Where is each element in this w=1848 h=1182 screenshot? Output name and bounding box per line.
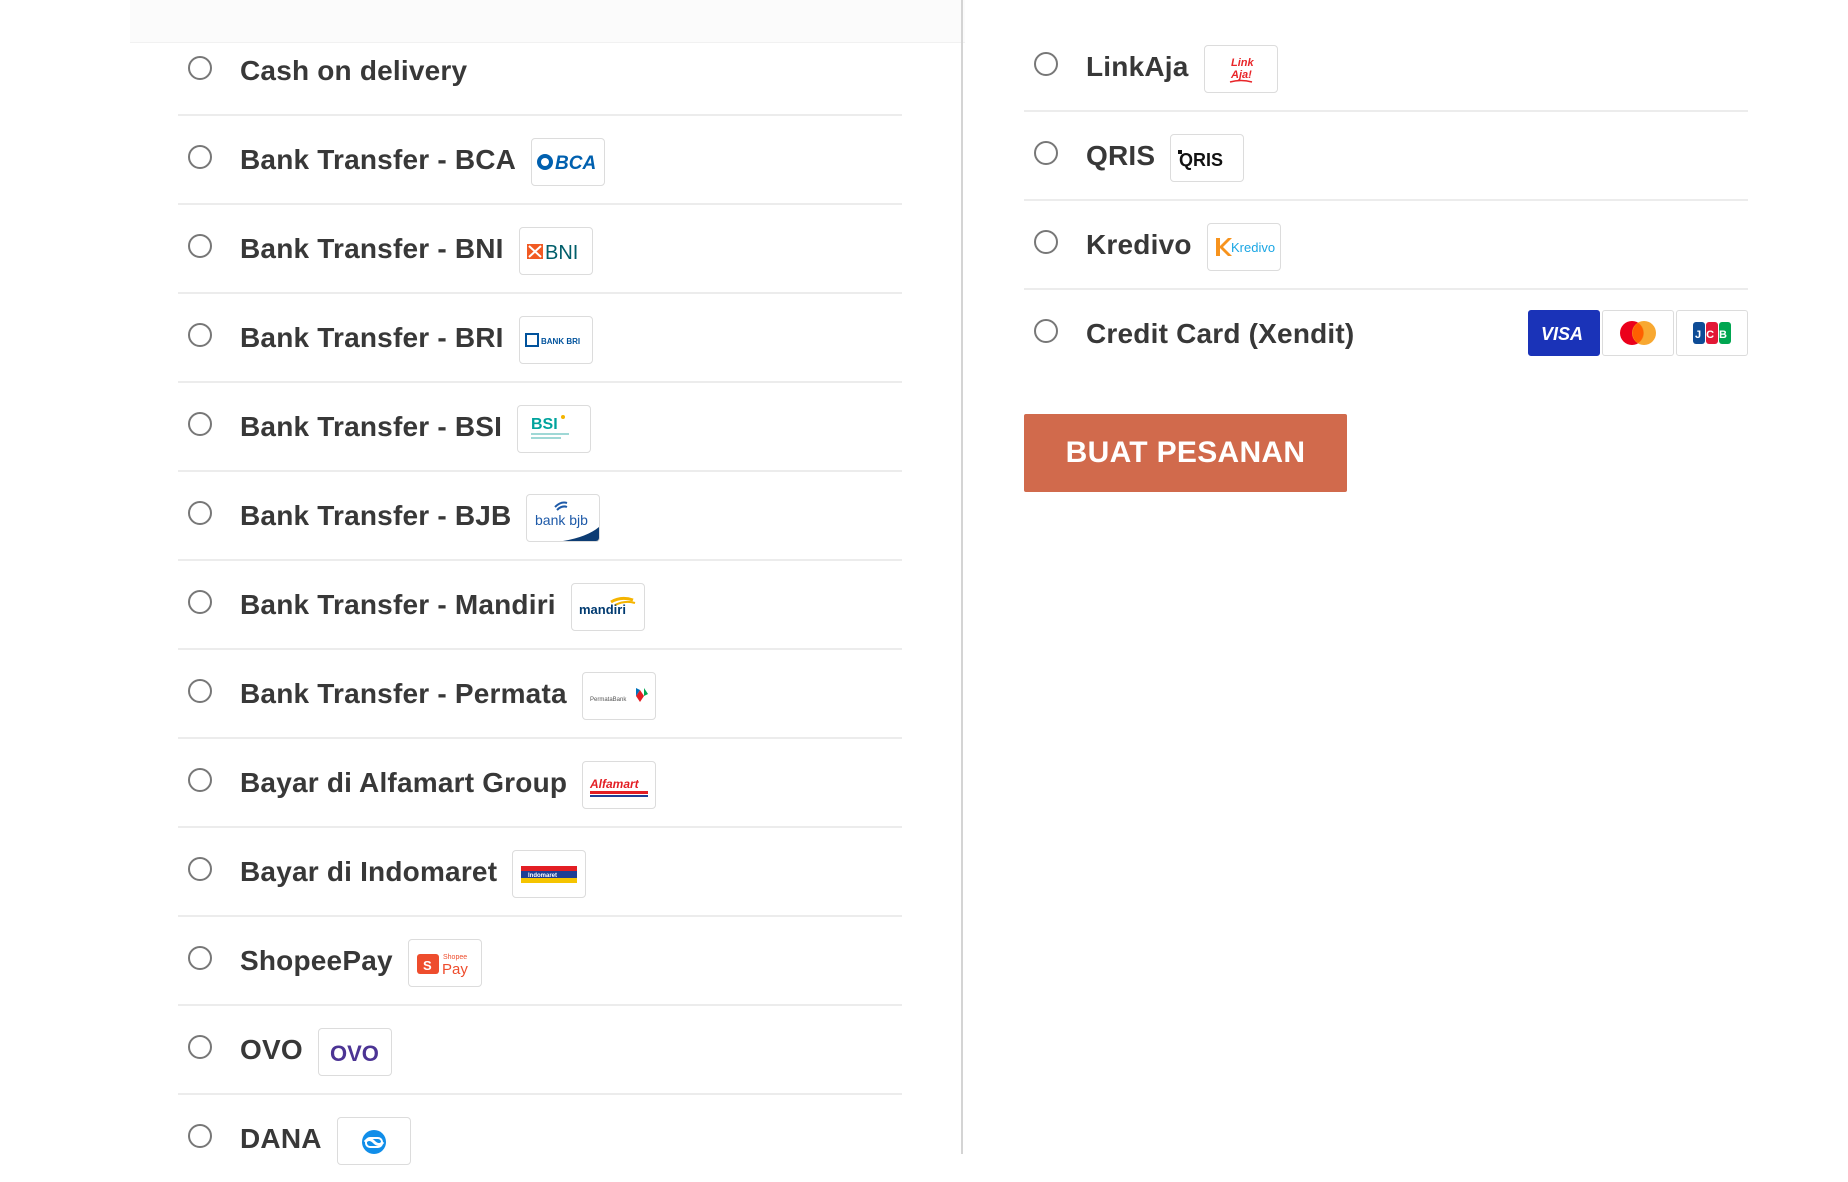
bjb-logo: bank bjb xyxy=(526,493,601,542)
payment-option-bjb[interactable]: Bank Transfer - BJB bank bjb xyxy=(178,472,902,561)
jcb-logo-text: JCB xyxy=(1695,329,1732,341)
bjb-logo-text: bank bjb xyxy=(535,512,588,528)
payment-label: Credit Card (Xendit) xyxy=(1086,317,1355,349)
payment-option-qris[interactable]: QRIS QRIS xyxy=(1024,112,1748,201)
card-network-logos: VISA JCB xyxy=(1528,310,1748,356)
payment-option-permata[interactable]: Bank Transfer - Permata PermataBank xyxy=(178,650,902,739)
bri-logo: BANK BRI xyxy=(518,315,593,364)
ovo-logo: OVO xyxy=(317,1027,392,1076)
jcb-logo: JCB xyxy=(1676,310,1748,356)
shopeepay-logo: S Shopee Pay xyxy=(407,938,482,987)
payment-option-indomaret[interactable]: Bayar di Indomaret Indomaret xyxy=(178,828,902,917)
payment-label: Cash on delivery xyxy=(240,54,468,86)
radio-alfamart[interactable] xyxy=(188,767,212,792)
radio-cod[interactable] xyxy=(188,55,212,80)
payment-methods-right: LinkAja Link Aja! QRIS QRIS Kredivo Kred… xyxy=(1024,23,1748,377)
shopeepay-logo-text-top: Shopee xyxy=(443,954,467,961)
linkaja-logo: Link Aja! xyxy=(1203,44,1278,93)
radio-linkaja[interactable] xyxy=(1034,51,1058,76)
visa-logo: VISA xyxy=(1528,310,1600,356)
radio-mandiri[interactable] xyxy=(188,589,212,614)
indomaret-logo: Indomaret xyxy=(512,849,587,898)
radio-bsi[interactable] xyxy=(188,411,212,436)
payment-option-bni[interactable]: Bank Transfer - BNI BNI xyxy=(178,205,902,294)
payment-label: Bayar di Indomaret xyxy=(240,855,498,887)
bsi-logo-text: BSI xyxy=(531,416,558,433)
payment-option-linkaja[interactable]: LinkAja Link Aja! xyxy=(1024,23,1748,112)
dana-logo xyxy=(336,1116,411,1165)
bca-logo: BCA xyxy=(531,137,606,186)
ovo-logo-text: OVO xyxy=(330,1041,379,1066)
payment-option-mandiri[interactable]: Bank Transfer - Mandiri mandiri xyxy=(178,561,902,650)
radio-bca[interactable] xyxy=(188,144,212,169)
mastercard-logo xyxy=(1602,310,1674,356)
payment-label: Bank Transfer - Mandiri xyxy=(240,588,556,620)
kredivo-logo: Kredivo xyxy=(1206,222,1281,271)
payment-label: Bank Transfer - BNI xyxy=(240,232,504,264)
shopeepay-logo-text-bottom: Pay xyxy=(442,961,468,978)
payment-label: OVO xyxy=(240,1033,303,1065)
payment-option-cod[interactable]: Cash on delivery xyxy=(178,27,902,116)
radio-dana[interactable] xyxy=(188,1123,212,1148)
mandiri-logo-text: mandiri xyxy=(579,602,626,617)
linkaja-logo-text-bottom: Aja! xyxy=(1230,69,1252,81)
visa-logo-text: VISA xyxy=(1541,324,1583,344)
payment-option-bca[interactable]: Bank Transfer - BCA BCA xyxy=(178,116,902,205)
alfamart-logo-text: Alfamart xyxy=(589,777,640,791)
kredivo-logo-text: Kredivo xyxy=(1231,240,1275,255)
payment-label: Bank Transfer - BCA xyxy=(240,143,517,175)
radio-permata[interactable] xyxy=(188,678,212,703)
payment-option-bsi[interactable]: Bank Transfer - BSI BSI xyxy=(178,383,902,472)
column-divider xyxy=(961,0,963,1154)
radio-bri[interactable] xyxy=(188,322,212,347)
payment-option-kredivo[interactable]: Kredivo Kredivo xyxy=(1024,201,1748,290)
bni-logo: BNI xyxy=(518,226,593,275)
radio-ovo[interactable] xyxy=(188,1034,212,1059)
payment-label: ShopeePay xyxy=(240,944,393,976)
qris-logo-text: QRIS xyxy=(1179,150,1223,170)
payment-option-dana[interactable]: DANA xyxy=(178,1095,902,1182)
permata-logo: PermataBank xyxy=(581,671,656,720)
bca-logo-text: BCA xyxy=(555,153,596,174)
payment-label: Bayar di Alfamart Group xyxy=(240,766,568,798)
radio-credit-card[interactable] xyxy=(1034,318,1058,343)
payment-option-shopeepay[interactable]: ShopeePay S Shopee Pay xyxy=(178,917,902,1006)
payment-label: Bank Transfer - BJB xyxy=(240,499,512,531)
radio-indomaret[interactable] xyxy=(188,856,212,881)
payment-label: Bank Transfer - Permata xyxy=(240,677,567,709)
radio-kredivo[interactable] xyxy=(1034,229,1058,254)
payment-option-credit-card[interactable]: Credit Card (Xendit) VISA JCB xyxy=(1024,290,1748,377)
place-order-button[interactable]: BUAT PESANAN xyxy=(1024,414,1347,492)
payment-option-bri[interactable]: Bank Transfer - BRI BANK BRI xyxy=(178,294,902,383)
payment-methods-left: Cash on delivery Bank Transfer - BCA BCA… xyxy=(178,27,902,1182)
payment-label: Kredivo xyxy=(1086,228,1192,260)
mandiri-logo: mandiri xyxy=(570,582,645,631)
indomaret-logo-text: Indomaret xyxy=(528,873,557,879)
radio-bni[interactable] xyxy=(188,233,212,258)
radio-bjb[interactable] xyxy=(188,500,212,525)
bni-logo-text: BNI xyxy=(545,242,578,264)
payment-label: QRIS xyxy=(1086,139,1156,171)
alfamart-logo: Alfamart xyxy=(582,760,657,809)
svg-text:S: S xyxy=(423,958,432,973)
payment-label: DANA xyxy=(240,1122,322,1154)
payment-option-alfamart[interactable]: Bayar di Alfamart Group Alfamart xyxy=(178,739,902,828)
payment-label: LinkAja xyxy=(1086,50,1189,82)
payment-option-ovo[interactable]: OVO OVO xyxy=(178,1006,902,1095)
bri-logo-text: BANK BRI xyxy=(541,337,580,346)
linkaja-logo-text-top: Link xyxy=(1231,57,1254,69)
permata-logo-text: PermataBank xyxy=(590,697,627,703)
qris-logo: QRIS xyxy=(1170,133,1245,182)
bsi-logo: BSI xyxy=(517,404,592,453)
radio-qris[interactable] xyxy=(1034,140,1058,165)
payment-label: Bank Transfer - BSI xyxy=(240,410,503,442)
payment-label: Bank Transfer - BRI xyxy=(240,321,504,353)
radio-shopeepay[interactable] xyxy=(188,945,212,970)
